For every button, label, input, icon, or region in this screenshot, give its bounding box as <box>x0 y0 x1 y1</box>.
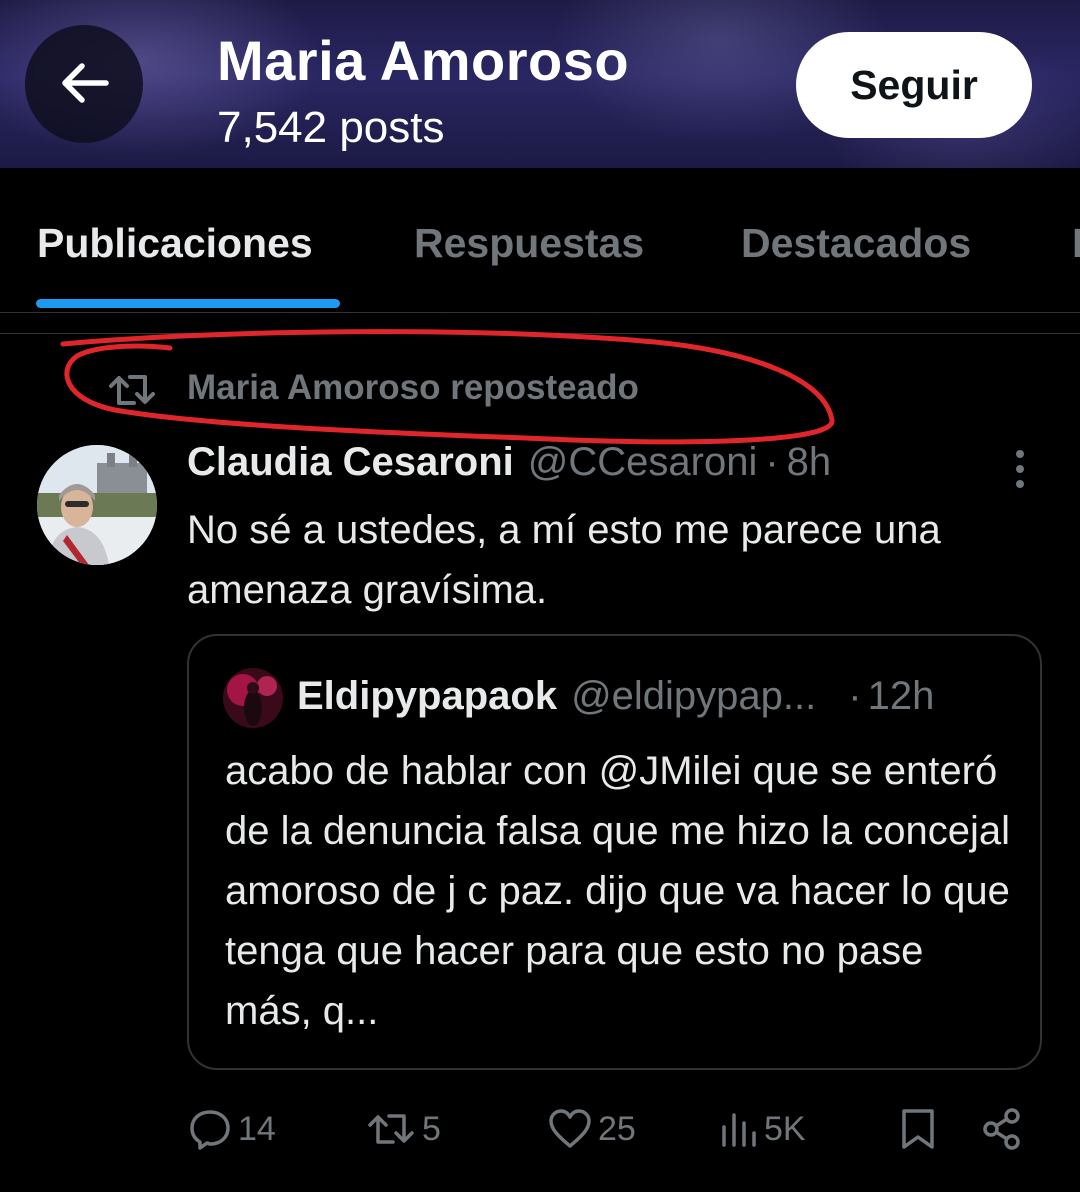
post-author-line: Claudia Cesaroni @CCesaroni · 8h <box>187 440 831 492</box>
author-handle[interactable]: @CCesaroni <box>528 440 758 485</box>
author-name[interactable]: Claudia Cesaroni <box>187 440 514 485</box>
quoted-post-text: acabo de hablar con @JMilei que se enter… <box>225 749 1010 1033</box>
post-count: 7,542 posts <box>217 103 445 152</box>
reply-icon <box>188 1107 232 1151</box>
separator-dot: · <box>765 440 779 484</box>
tab-destacados[interactable]: Destacados <box>741 220 971 267</box>
profile-header: Maria Amoroso 7,542 posts Seguir <box>0 0 1080 168</box>
quoted-author-line: Eldipypapaok @eldipypap... · 12h <box>297 674 1017 719</box>
quoted-author-handle: @eldipypap... <box>571 674 817 718</box>
share-button[interactable] <box>980 1105 1024 1153</box>
profile-tabs: Publicaciones Respuestas Destacados I <box>0 168 1080 313</box>
quoted-author-avatar <box>223 668 283 728</box>
more-vertical-icon <box>1000 444 1040 494</box>
reply-count: 14 <box>238 1109 276 1148</box>
post-time[interactable]: 8h <box>787 440 832 485</box>
author-avatar[interactable] <box>37 445 157 565</box>
separator-dot: · <box>848 674 862 718</box>
tab-next-partial[interactable]: I <box>1072 220 1080 267</box>
views-bar-icon <box>718 1109 758 1149</box>
back-button[interactable] <box>25 25 143 143</box>
repost-icon <box>366 1108 416 1150</box>
bookmark-button[interactable] <box>898 1105 938 1153</box>
views-count: 5K <box>764 1109 806 1148</box>
follow-button[interactable]: Seguir <box>796 32 1032 138</box>
quoted-author-name: Eldipypapaok <box>297 674 558 718</box>
tab-publicaciones[interactable]: Publicaciones <box>37 220 313 267</box>
like-button[interactable]: 25 <box>548 1105 636 1153</box>
bookmark-icon <box>898 1107 938 1151</box>
repost-label[interactable]: Maria Amoroso reposteado <box>187 368 639 408</box>
like-count: 25 <box>598 1109 636 1148</box>
tab-respuestas[interactable]: Respuestas <box>414 220 644 267</box>
repost-count: 5 <box>422 1109 441 1148</box>
share-icon <box>980 1107 1024 1151</box>
quoted-post-time: 12h <box>867 674 935 718</box>
repost-icon <box>108 370 156 410</box>
heart-icon <box>548 1108 592 1150</box>
repost-button[interactable]: 5 <box>366 1105 441 1153</box>
active-tab-indicator <box>36 299 340 308</box>
divider <box>0 333 1080 334</box>
post-text: No sé a ustedes, a mí esto me parece una… <box>187 508 941 612</box>
more-options-button[interactable] <box>1000 444 1040 494</box>
quoted-post-card[interactable]: Eldipypapaok @eldipypap... · 12h acabo d… <box>187 634 1042 1070</box>
views-button[interactable]: 5K <box>718 1105 806 1153</box>
reply-button[interactable]: 14 <box>188 1105 276 1153</box>
profile-name: Maria Amoroso <box>217 29 630 92</box>
arrow-left-icon <box>56 55 112 114</box>
